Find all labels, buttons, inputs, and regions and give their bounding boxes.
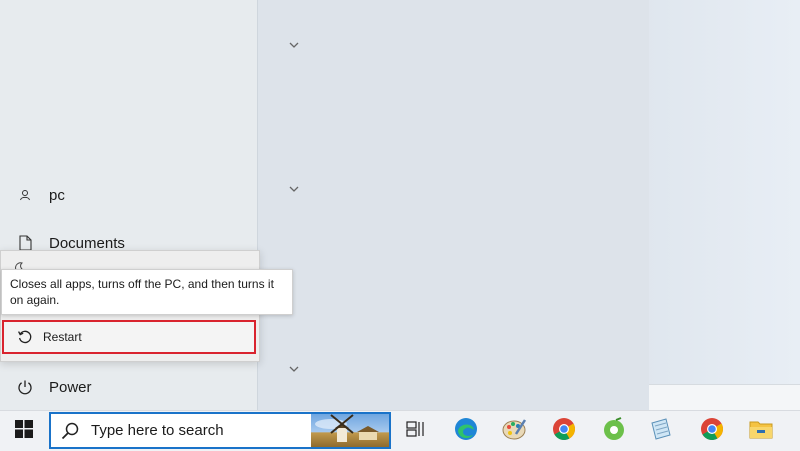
start-menu-tiles-pane xyxy=(257,0,649,410)
restart-icon xyxy=(15,329,35,345)
task-view-button[interactable] xyxy=(400,415,432,447)
restart-option[interactable]: Restart xyxy=(2,320,256,354)
taskbar-app-notepad[interactable] xyxy=(645,415,677,447)
restart-tooltip: Closes all apps, turns off the PC, and t… xyxy=(1,269,293,315)
windows-logo-icon xyxy=(15,419,33,443)
file-explorer-icon xyxy=(749,418,773,445)
background-window-edge xyxy=(648,384,800,411)
search-highlight-illustration xyxy=(311,414,389,447)
task-view-icon xyxy=(406,420,426,442)
taskbar-app-chrome-2[interactable] xyxy=(696,415,728,447)
restart-label: Restart xyxy=(43,330,82,344)
chrome-icon xyxy=(700,417,724,446)
group-collapse-chevron-3[interactable] xyxy=(288,364,300,376)
notepad-icon xyxy=(649,417,673,446)
chrome-icon xyxy=(552,417,576,446)
taskbar-app-paint[interactable] xyxy=(498,415,530,447)
group-collapse-chevron-2[interactable] xyxy=(288,184,300,196)
taskbar-app-chrome-1[interactable] xyxy=(548,415,580,447)
search-input[interactable] xyxy=(89,421,303,440)
documents-label: Documents xyxy=(49,234,125,252)
taskbar xyxy=(0,410,800,451)
user-icon xyxy=(12,189,38,201)
taskbar-app-edge[interactable] xyxy=(450,415,482,447)
edge-icon xyxy=(454,417,478,446)
taskbar-app-coccoc[interactable] xyxy=(598,415,630,447)
power-icon xyxy=(12,379,38,395)
power-label: Power xyxy=(49,378,92,396)
group-collapse-chevron-1[interactable] xyxy=(288,40,300,52)
document-icon xyxy=(12,235,38,251)
search-icon xyxy=(61,422,79,440)
start-nav-user[interactable]: pc xyxy=(12,183,65,207)
start-button[interactable] xyxy=(0,411,48,451)
taskbar-search-box[interactable] xyxy=(49,412,391,449)
start-nav-power[interactable]: Power xyxy=(12,375,92,399)
user-name-label: pc xyxy=(49,186,65,204)
restart-tooltip-text: Closes all apps, turns off the PC, and t… xyxy=(10,277,274,307)
paint-icon xyxy=(501,417,527,446)
taskbar-app-file-explorer[interactable] xyxy=(745,415,777,447)
coccoc-icon xyxy=(602,416,626,446)
